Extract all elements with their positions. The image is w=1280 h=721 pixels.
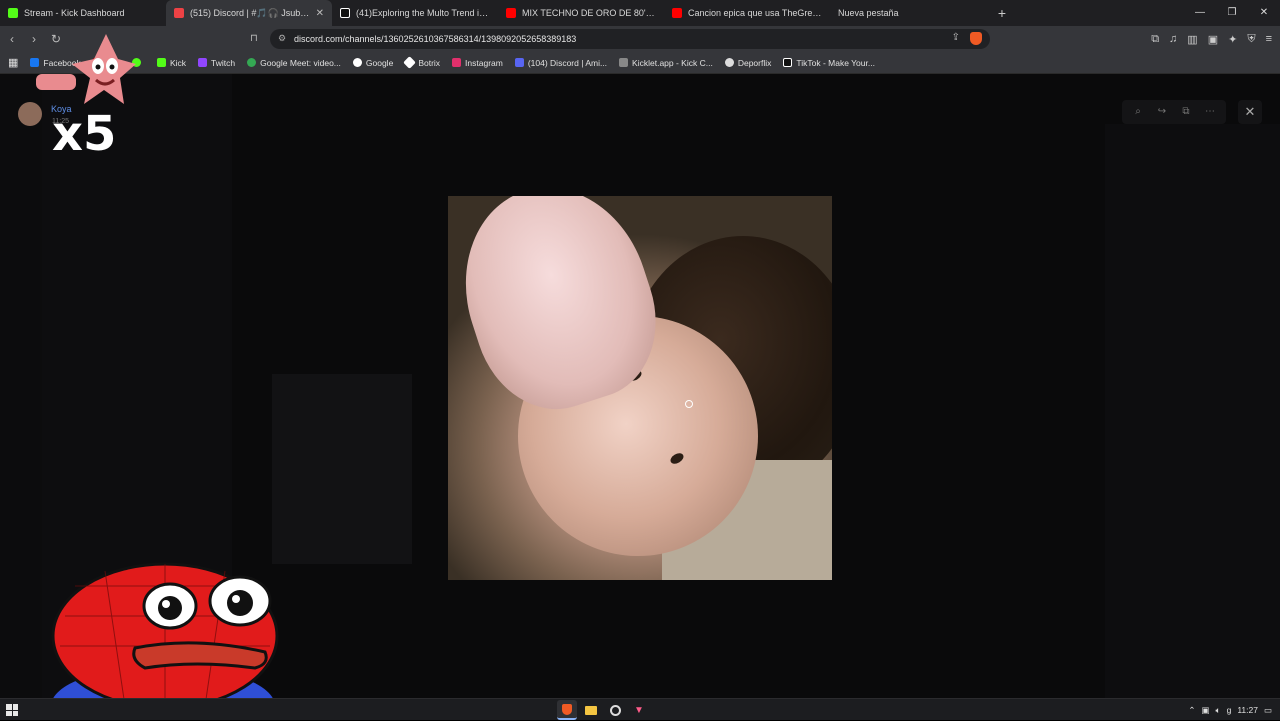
tab-youtube-cancion[interactable]: Cancion epica que usa TheGrefg "Vi... xyxy=(664,0,830,26)
tab-title: (515) Discord | #🎵🎧 Jsubs | SAP... xyxy=(190,7,312,18)
youtube-favicon-icon xyxy=(506,8,516,18)
bookmark-page-icon[interactable]: ⊓ xyxy=(250,33,258,44)
bookmark-tiktok[interactable]: TikTok - Make Your... xyxy=(783,58,875,68)
brave-taskbar-icon[interactable] xyxy=(557,700,577,720)
member-list xyxy=(1105,124,1280,698)
obs-icon[interactable] xyxy=(605,700,625,720)
bookmark-botrix[interactable]: Botrix xyxy=(403,56,441,69)
tab-discord[interactable]: (515) Discord | #🎵🎧 Jsubs | SAP... ✕ xyxy=(166,0,332,26)
image-viewer-controls: ⌕ ↪ ⧉ ⋯ ✕ xyxy=(1122,100,1262,124)
back-button[interactable]: ‹ xyxy=(2,32,22,46)
bookmark-label: Kick xyxy=(169,57,186,68)
zoom-icon[interactable]: ⌕ xyxy=(1126,102,1150,122)
window-controls: — ❐ ✕ xyxy=(1184,0,1280,26)
windows-taskbar: ▼ ⌃ ▣ 🔈︎ ɡ 11:27 ▭ xyxy=(0,698,1280,720)
viewer-action-group: ⌕ ↪ ⧉ ⋯ xyxy=(1122,100,1226,124)
server-rail xyxy=(0,74,42,698)
tiktok-favicon-icon xyxy=(340,8,350,18)
bookmark-kick[interactable]: Kick xyxy=(156,57,186,68)
address-bar[interactable]: ⚙ discord.com/channels/13602526103675863… xyxy=(270,29,990,49)
tab-title: MIX TECHNO DE ORO DE 80's & 90's... xyxy=(522,8,656,18)
sidebar-icon[interactable]: ▥ xyxy=(1187,33,1197,46)
browser-tab-bar: Stream - Kick Dashboard (515) Discord | … xyxy=(0,0,1280,26)
media-icon[interactable]: ♫ xyxy=(1169,33,1177,45)
minimize-button[interactable]: — xyxy=(1184,0,1216,26)
toolbar-actions: ⧉ ♫ ▥ ▣ ✦ ⛨ ≡ xyxy=(1151,26,1272,52)
system-tray: ⌃ ▣ 🔈︎ ɡ 11:27 ▭ xyxy=(1188,699,1272,721)
share-icon[interactable]: ⇪ xyxy=(952,32,960,43)
forward-icon[interactable]: ↪ xyxy=(1150,102,1174,122)
blurred-attachment xyxy=(272,374,412,564)
pepe-spiderman-sticker-icon xyxy=(51,562,279,720)
bookmark-label: Google Meet: video... xyxy=(260,57,341,68)
vpn-icon[interactable]: ⛨ xyxy=(1247,33,1255,46)
streaming-app-icon[interactable]: ▼ xyxy=(629,700,649,720)
tab-title: Nueva pestaña xyxy=(838,8,899,18)
zoom-cursor-icon xyxy=(685,400,693,408)
kick-favicon-icon xyxy=(8,8,18,18)
windows-start-icon[interactable] xyxy=(6,704,18,716)
discord-favicon-icon xyxy=(174,8,184,18)
apps-grid-icon[interactable]: ▦ xyxy=(8,56,18,69)
close-viewer-button[interactable]: ✕ xyxy=(1238,100,1262,124)
site-info-icon[interactable]: ⚙ xyxy=(278,33,286,44)
tab-title: Stream - Kick Dashboard xyxy=(24,8,125,18)
tab-new[interactable]: Nueva pestaña xyxy=(830,0,990,26)
bookmarks-bar: ▦ Facebook ube Kick Twitch Google Meet: … xyxy=(0,52,1280,74)
url-text: discord.com/channels/1360252610367586314… xyxy=(294,34,577,44)
network-icon[interactable]: ▣ xyxy=(1201,705,1209,716)
more-icon[interactable]: ⋯ xyxy=(1198,102,1222,122)
new-tab-button[interactable]: + xyxy=(990,5,1014,21)
speaker-icon[interactable]: 🔈︎ xyxy=(1215,705,1220,716)
multiplier-overlay: x5 xyxy=(52,106,117,162)
browser-nav-bar: ‹ › ↻ ⊓ ⚙ discord.com/channels/136025261… xyxy=(0,26,1280,52)
bookmark-discord[interactable]: (104) Discord | Ami... xyxy=(514,57,608,68)
tab-kick-dashboard[interactable]: Stream - Kick Dashboard xyxy=(0,0,166,26)
tab-title: (41)Exploring the Multo Trend in Rob... xyxy=(356,8,490,18)
chevron-up-icon[interactable]: ⌃ xyxy=(1188,705,1195,716)
bookmark-kicklet[interactable]: Kicklet.app - Kick C... xyxy=(619,58,713,68)
bookmark-google-meet[interactable]: Google Meet: video... xyxy=(247,58,341,68)
leo-ai-icon[interactable]: ✦ xyxy=(1228,33,1237,46)
starfish-sticker-icon xyxy=(36,34,136,104)
bookmark-label: TikTok - Make Your... xyxy=(796,57,875,68)
extensions-icon[interactable]: ⧉ xyxy=(1151,33,1159,46)
bookmark-label: Deporflix xyxy=(737,57,772,68)
restore-button[interactable]: ❐ xyxy=(1216,0,1248,26)
close-window-button[interactable]: ✕ xyxy=(1248,0,1280,26)
avatar xyxy=(18,102,42,126)
taskbar-apps: ▼ xyxy=(557,700,649,720)
language-icon[interactable]: ɡ xyxy=(1227,705,1232,715)
bookmark-label: Botrix xyxy=(418,57,441,68)
wallet-icon[interactable]: ▣ xyxy=(1208,33,1218,46)
bookmark-instagram[interactable]: Instagram xyxy=(452,58,503,68)
tab-title: Cancion epica que usa TheGrefg "Vi... xyxy=(688,8,822,18)
brave-shields-icon[interactable] xyxy=(970,32,982,45)
menu-icon[interactable]: ≡ xyxy=(1266,33,1272,45)
bookmark-label: Instagram xyxy=(465,57,503,68)
clock[interactable]: 11:27 xyxy=(1237,705,1258,715)
viewer-image[interactable] xyxy=(448,196,832,580)
bookmark-label: Kicklet.app - Kick C... xyxy=(632,57,713,68)
close-tab-icon[interactable]: ✕ xyxy=(316,8,324,19)
youtube-favicon-icon xyxy=(672,8,682,18)
tab-youtube-techno[interactable]: MIX TECHNO DE ORO DE 80's & 90's... xyxy=(498,0,664,26)
open-external-icon[interactable]: ⧉ xyxy=(1174,102,1198,122)
file-explorer-icon[interactable] xyxy=(581,700,601,720)
notifications-icon[interactable]: ▭ xyxy=(1264,705,1272,716)
bookmark-deporflix[interactable]: Deporflix xyxy=(724,57,772,68)
bookmark-google[interactable]: Google xyxy=(352,57,394,68)
bookmark-twitch[interactable]: Twitch xyxy=(198,58,235,68)
bookmark-label: (104) Discord | Ami... xyxy=(527,57,608,68)
tab-tiktok[interactable]: (41)Exploring the Multo Trend in Rob... xyxy=(332,0,498,26)
bookmark-label: Google xyxy=(365,57,394,68)
bookmark-label: Twitch xyxy=(211,57,236,68)
